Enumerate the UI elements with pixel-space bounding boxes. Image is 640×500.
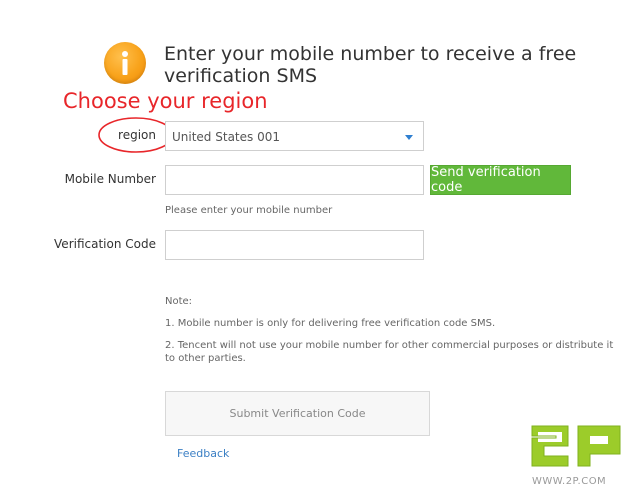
notes-section: Note: 1. Mobile number is only for deliv… bbox=[165, 295, 615, 374]
mobile-number-input[interactable] bbox=[166, 166, 423, 194]
feedback-link[interactable]: Feedback bbox=[177, 447, 229, 460]
page-title: Enter your mobile number to receive a fr… bbox=[164, 43, 577, 87]
info-glyph bbox=[122, 51, 128, 75]
note-item: 1. Mobile number is only for delivering … bbox=[165, 318, 496, 329]
region-select[interactable]: United States 001 bbox=[165, 121, 424, 151]
info-icon bbox=[104, 42, 146, 84]
note-item: 2. Tencent will not use your mobile numb… bbox=[165, 340, 614, 364]
verification-code-label: Verification Code bbox=[54, 237, 156, 251]
annotation-choose-region: Choose your region bbox=[63, 89, 268, 113]
site-watermark-logo: WWW.2P.COM bbox=[528, 420, 634, 490]
submit-verification-code-button[interactable]: Submit Verification Code bbox=[165, 391, 430, 436]
watermark-url: WWW.2P.COM bbox=[532, 476, 607, 487]
send-verification-code-button[interactable]: Send verification code bbox=[430, 165, 571, 195]
verification-code-input[interactable] bbox=[166, 231, 423, 259]
verification-code-field bbox=[165, 230, 424, 260]
notes-title: Note: bbox=[165, 296, 193, 307]
region-label: region bbox=[118, 128, 156, 142]
mobile-number-hint: Please enter your mobile number bbox=[165, 205, 333, 216]
region-selected-value: United States 001 bbox=[172, 130, 280, 144]
2p-logo-icon bbox=[531, 425, 621, 467]
chevron-down-icon[interactable] bbox=[405, 135, 413, 140]
mobile-number-label: Mobile Number bbox=[64, 172, 156, 186]
mobile-number-field bbox=[165, 165, 424, 195]
